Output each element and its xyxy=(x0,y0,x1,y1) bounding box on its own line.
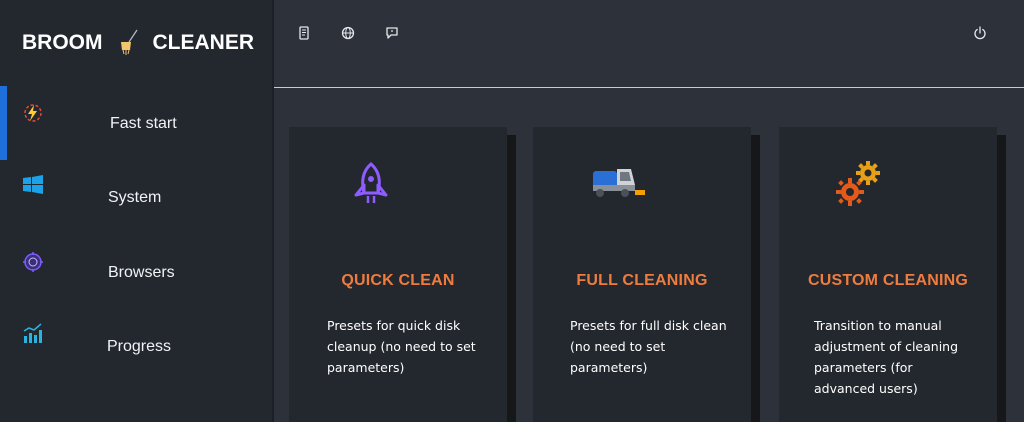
sidebar-item-progress[interactable]: Progress xyxy=(0,320,272,380)
browser-globe-icon xyxy=(22,251,44,273)
message-icon[interactable] xyxy=(385,26,399,40)
full-cleaning-card[interactable]: FULL CLEANING Presets for full disk clea… xyxy=(533,127,751,422)
sidebar-item-browsers[interactable]: Browsers xyxy=(0,245,272,305)
header-divider xyxy=(274,87,1024,88)
sidebar-divider xyxy=(272,0,274,422)
bar-chart-icon xyxy=(22,322,44,344)
power-icon[interactable] xyxy=(973,26,987,40)
globe-icon[interactable] xyxy=(341,26,355,40)
gears-icon xyxy=(835,159,885,214)
street-sweeper-icon xyxy=(591,163,647,206)
document-icon[interactable] xyxy=(297,26,311,40)
card-description: Transition to manual adjustment of clean… xyxy=(814,318,959,396)
card-description: Presets for full disk clean (no need to … xyxy=(570,318,727,375)
sidebar-item-label: System xyxy=(108,189,162,206)
sidebar-item-label: Browsers xyxy=(108,264,175,281)
card-title: QUICK CLEAN xyxy=(341,272,455,289)
app-logo: BROOM CLEANER xyxy=(22,28,255,58)
sidebar-item-label: Progress xyxy=(107,338,172,355)
card-title: CUSTOM CLEANING xyxy=(807,272,969,289)
custom-cleaning-card[interactable]: CUSTOM CLEANING Transition to manual adj… xyxy=(779,127,997,422)
card-description: Presets for quick disk cleanup (no need … xyxy=(327,318,476,375)
windows-icon xyxy=(22,174,44,196)
logo-text-left: BROOM xyxy=(22,31,103,54)
sidebar: BROOM CLEANER Fast start System Browsers… xyxy=(0,0,272,422)
lightning-icon xyxy=(22,102,44,124)
active-indicator xyxy=(0,86,7,160)
broom-icon xyxy=(105,28,147,58)
quick-clean-card[interactable]: QUICK CLEAN Presets for quick disk clean… xyxy=(289,127,507,422)
sidebar-item-fast-start[interactable]: Fast start xyxy=(0,86,272,160)
sidebar-item-label: Fast start xyxy=(110,115,177,132)
logo-text-right: CLEANER xyxy=(152,31,255,54)
card-title: FULL CLEANING xyxy=(576,272,708,289)
rocket-icon xyxy=(351,161,391,212)
sidebar-item-system[interactable]: System xyxy=(0,170,272,230)
